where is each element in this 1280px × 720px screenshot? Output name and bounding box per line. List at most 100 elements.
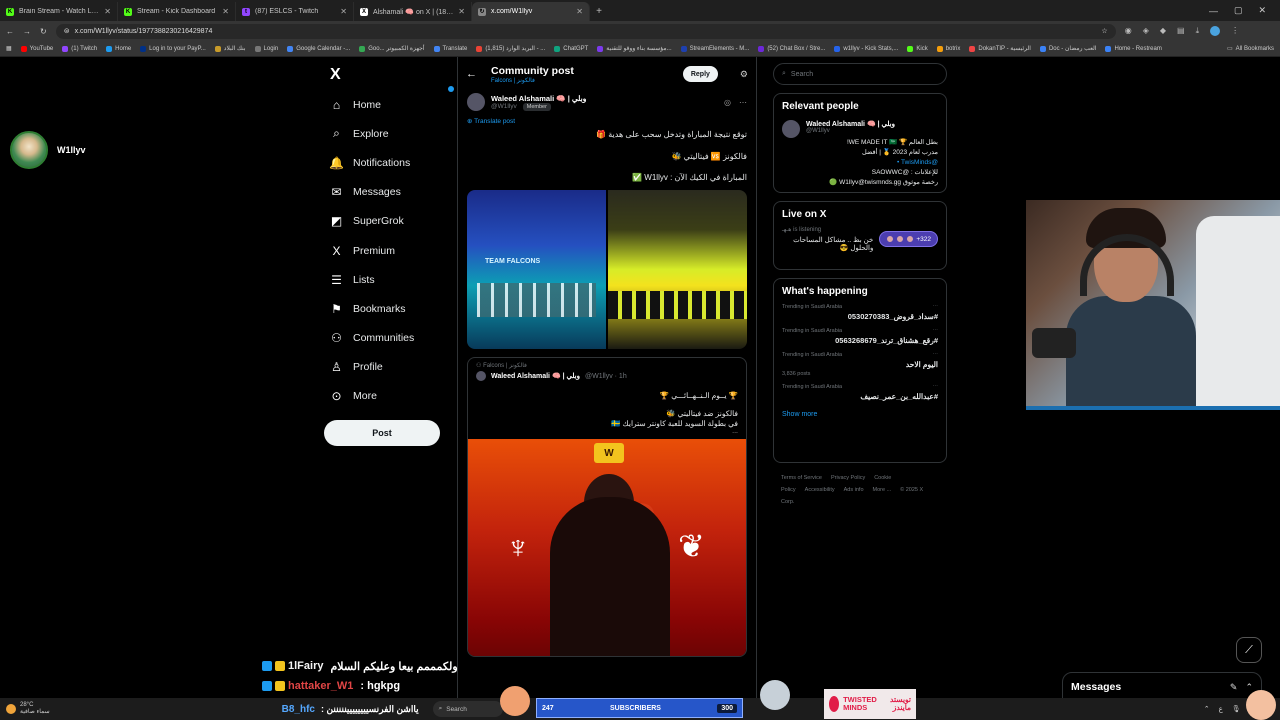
nav-item-communities[interactable]: ⚇ Communities xyxy=(330,324,450,353)
nav-item-lists[interactable]: ☰ Lists xyxy=(330,265,450,294)
bookmark-item[interactable]: Translate xyxy=(433,45,467,52)
new-tab-button[interactable]: + xyxy=(590,2,608,21)
bookmark-item[interactable]: (52) Chat Box / Stre... xyxy=(758,45,825,52)
browser-tab[interactable]: K Stream - Kick Dashboard ✕ xyxy=(118,2,236,21)
more-dots-icon[interactable]: ⋯ xyxy=(739,98,747,107)
more-dots-icon[interactable]: ⋯ xyxy=(933,328,939,334)
author-handle[interactable]: @W1llyv xyxy=(491,103,517,110)
back-arrow-icon[interactable]: ← xyxy=(466,68,477,80)
downloads-icon[interactable]: ⤓ xyxy=(1196,26,1200,36)
trend-item[interactable]: Trending in Saudi Arabia ⋯ #رقع_هشناق_ترند… xyxy=(782,328,938,345)
nav-item-bookmarks[interactable]: ⚑ Bookmarks xyxy=(330,294,450,323)
footer-link[interactable]: Ads info xyxy=(844,487,864,493)
trend-item[interactable]: Trending in Saudi Arabia ⋯ #سداد_قروض_0530… xyxy=(782,304,938,321)
match-poster[interactable]: W VS ♆ ❦ xyxy=(468,439,746,656)
nav-item-supergrok[interactable]: ◩ SuperGrok xyxy=(330,207,450,236)
tab-close-icon[interactable]: ✕ xyxy=(222,7,229,16)
show-more-link[interactable]: Show more xyxy=(782,411,938,418)
extension-icon[interactable]: ◆ xyxy=(1160,26,1166,36)
new-message-icon[interactable]: ✎ xyxy=(1230,682,1238,693)
grok-icon[interactable]: ◎ xyxy=(724,98,731,107)
browser-tab[interactable]: t (87) ESLCS - Twitch ✕ xyxy=(236,2,354,21)
bookmark-item[interactable]: Home xyxy=(106,45,131,52)
close-window-icon[interactable]: ✕ xyxy=(1258,5,1266,16)
tab-close-icon[interactable]: ✕ xyxy=(458,7,465,16)
community-link[interactable]: Falcons | فالكونز xyxy=(491,77,574,84)
url-input[interactable]: ⊜ x.com/W1llyv/status/197738823021642987… xyxy=(55,23,1116,39)
trend-item[interactable]: Trending in Saudi Arabia ⋯ #عبدالله_بن_عمر… xyxy=(782,384,938,401)
more-dots-icon[interactable]: ⋯ xyxy=(933,352,939,358)
translate-post-link[interactable]: ⊕ Translate post xyxy=(458,113,756,125)
x-logo[interactable]: X xyxy=(330,67,346,83)
back-arrow-icon[interactable]: ← xyxy=(6,27,14,36)
bookmark-item[interactable]: Login xyxy=(254,45,278,52)
grok-button[interactable]: ⟋ xyxy=(1236,637,1262,663)
browser-tab[interactable]: ↻ x.com/W1llyv ✕ xyxy=(472,2,590,21)
forward-arrow-icon[interactable]: → xyxy=(23,27,31,36)
browser-tab[interactable]: X Alshamali 🧠 on X | وبلي (18) ✕ xyxy=(354,2,472,21)
apps-grid-icon[interactable]: ▦ xyxy=(6,45,12,52)
author-name[interactable]: Waleed Alshamali 🧠 | وبلي xyxy=(491,94,586,103)
bookmark-item[interactable]: w1llyv - Kick Stats,... xyxy=(834,45,898,52)
bookmark-item[interactable]: Home - Restream xyxy=(1105,45,1162,52)
relevant-person[interactable]: Waleed Alshamali 🧠 | وبلي @W1llyv بطل ال… xyxy=(782,120,938,188)
reload-icon[interactable]: ↻ xyxy=(40,27,47,36)
settings-icon[interactable]: ⚙ xyxy=(740,69,748,80)
tab-close-icon[interactable]: ✕ xyxy=(104,7,111,16)
team-photo[interactable] xyxy=(608,190,747,349)
language-indicator[interactable]: ع xyxy=(1219,705,1223,713)
bookmark-item[interactable]: botrix xyxy=(936,45,960,52)
bookmark-item[interactable]: YouTube xyxy=(20,45,53,52)
all-bookmarks-link[interactable]: ▭ All Bookmarks xyxy=(1227,45,1274,53)
footer-link[interactable]: Privacy Policy xyxy=(831,475,865,481)
listeners-button[interactable]: +322 xyxy=(879,231,938,247)
footer-link[interactable]: More ... xyxy=(873,487,892,493)
bookmark-star-icon[interactable]: ☆ xyxy=(1101,27,1107,35)
nav-item-premium[interactable]: X Premium xyxy=(330,236,450,265)
rp-avatar[interactable] xyxy=(782,120,800,138)
nav-item-notifications[interactable]: 🔔 Notifications xyxy=(329,86,454,177)
chevron-up-icon[interactable]: ⌃ xyxy=(1204,705,1210,713)
bookmark-item[interactable]: Google Calendar -... xyxy=(287,45,350,52)
bookmark-item[interactable]: Log in to your PayP... xyxy=(140,45,206,52)
site-info-icon[interactable]: ⊜ xyxy=(64,27,70,35)
quoted-post[interactable]: ⚇ Falcons | فالكونز Waleed Alshamali 🧠 |… xyxy=(467,357,747,657)
bookmark-item[interactable]: (1) Twitch xyxy=(62,45,97,52)
bookmark-item[interactable]: Doc - العب رمضان xyxy=(1039,45,1096,52)
rp-bio-link[interactable]: @TwisMinds • xyxy=(806,158,938,168)
bookmark-item[interactable]: (1,815) البريد الوارد - ... xyxy=(476,45,545,52)
nav-item-messages[interactable]: ✉ Messages xyxy=(330,178,450,207)
mic-icon[interactable]: 🎙 xyxy=(1232,705,1241,713)
tab-close-icon[interactable]: ✕ xyxy=(340,7,347,16)
post-button[interactable]: Post xyxy=(324,420,440,446)
trend-item[interactable]: Trending in Saudi Arabia ⋯ اليوم الاحد 3,83… xyxy=(782,352,938,377)
reply-button[interactable]: Reply xyxy=(682,66,718,82)
footer-link[interactable]: Terms of Service xyxy=(781,475,822,481)
extension-icon[interactable]: ◉ xyxy=(1125,26,1132,36)
author-avatar[interactable] xyxy=(467,93,485,111)
extension-icon[interactable]: ◈ xyxy=(1143,26,1149,36)
minimize-icon[interactable]: — xyxy=(1209,6,1218,16)
taskbar-search[interactable]: ⌕ Search xyxy=(432,701,503,717)
post-media[interactable]: TEAM FALCONS xyxy=(467,190,747,349)
bookmark-item[interactable]: مؤسسة بناء ووقو للتقنية... xyxy=(597,45,672,52)
bookmark-item[interactable]: Kick xyxy=(907,45,928,52)
expand-icon[interactable]: ⌃ xyxy=(1245,682,1253,693)
footer-link[interactable]: Accessibility xyxy=(805,487,835,493)
extension-icon[interactable]: ▤ xyxy=(1177,26,1185,36)
profile-avatar[interactable] xyxy=(1210,26,1221,36)
tab-close-icon[interactable]: ✕ xyxy=(576,7,583,16)
bookmark-item[interactable]: Goo... أجهزة الكمبيوتر xyxy=(359,45,425,52)
search-input[interactable]: ⌕ Search xyxy=(773,63,947,85)
rp-name[interactable]: Waleed Alshamali 🧠 | وبلي xyxy=(806,120,938,128)
nav-item-more[interactable]: ⊙ More xyxy=(330,382,450,411)
nav-item-explore[interactable]: ⌕ Explore xyxy=(330,119,450,148)
more-dots-icon[interactable]: ⋯ xyxy=(933,304,939,310)
bookmark-item[interactable]: StreamElements - M... xyxy=(680,45,749,52)
stage-photo[interactable]: TEAM FALCONS xyxy=(467,190,606,349)
nav-item-home[interactable]: ⌂ Home xyxy=(330,90,450,119)
bookmark-item[interactable]: بنك البلاد xyxy=(214,45,246,52)
more-dots-icon[interactable]: ⋯ xyxy=(933,384,939,390)
nav-item-profile[interactable]: ♙ Profile xyxy=(330,353,450,382)
weather-widget[interactable]: 28°C سماء صافية xyxy=(6,702,50,716)
